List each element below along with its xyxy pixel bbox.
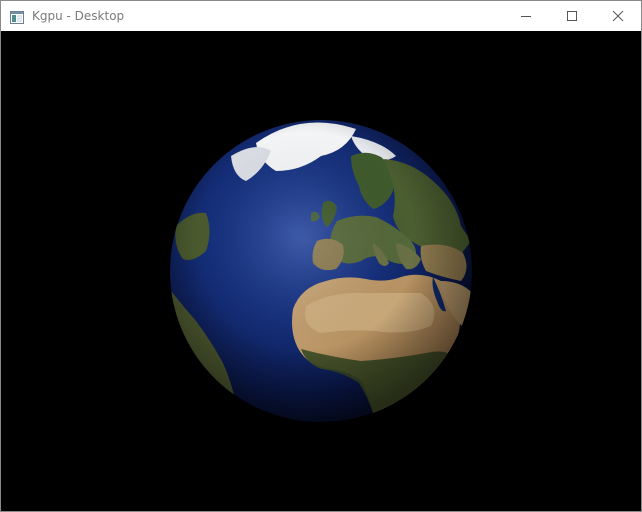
app-window: Kgpu - Desktop [0,0,642,512]
minimize-button[interactable] [503,1,549,31]
earth-globe [170,120,472,422]
close-icon [612,7,624,26]
close-button[interactable] [595,1,641,31]
minimize-icon [520,7,532,26]
maximize-icon [566,7,578,26]
maximize-button[interactable] [549,1,595,31]
app-icon[interactable] [10,9,24,24]
title-bar[interactable]: Kgpu - Desktop [1,1,641,31]
render-viewport[interactable] [1,31,641,511]
window-title: Kgpu - Desktop [32,9,125,23]
